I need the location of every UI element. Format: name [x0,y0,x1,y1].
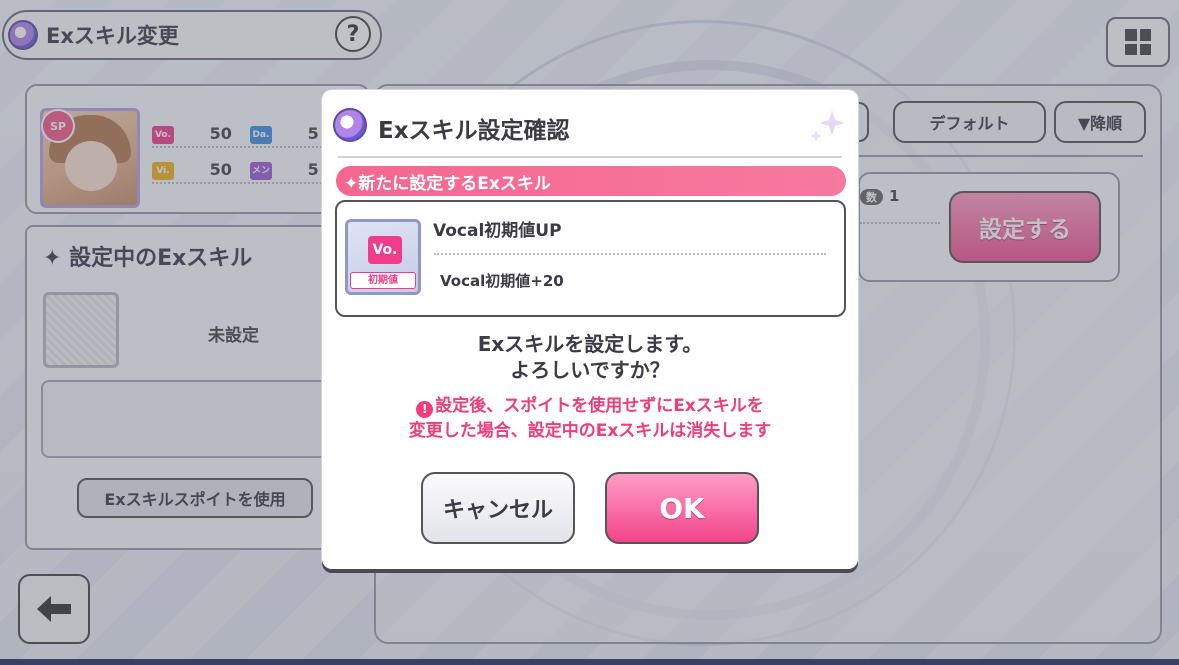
skill-icon-sub: 初期値 [350,272,416,289]
confirm-dialog [322,90,858,569]
warning-icon: ! [416,401,434,418]
confirm-line-1: Exスキルを設定します。 [477,332,703,356]
ex-skill-icon [333,108,367,142]
sparkle-icon [810,110,845,142]
skill-name: Vocal初期値UP [433,221,562,241]
vocal-skill-icon: Vo. 初期値 [345,219,421,295]
dialog-title: Exスキル設定確認 [378,118,570,144]
dialog-title-divider [338,156,842,158]
confirm-message: Exスキルを設定します。 よろしいですか？ [322,331,858,383]
ok-button[interactable]: OK [605,472,759,544]
skill-divider [434,253,826,255]
bottom-edge-bar [0,659,1179,665]
new-skill-section-header: ✦新たに設定するExスキル [336,166,846,196]
confirm-line-2: よろしいですか？ [510,358,670,382]
warning-message: ! 設定後、スポイトを使用せずにExスキルを 変更した場合、設定中のExスキルは消… [322,394,858,444]
skill-effect: Vocal初期値+20 [440,272,564,290]
warning-line-2: 変更した場合、設定中のExスキルは消失します [408,421,772,441]
skill-icon-tag: Vo. [368,236,402,264]
cancel-button[interactable]: キャンセル [421,472,575,544]
warning-line-1: 設定後、スポイトを使用せずにExスキルを [435,396,764,416]
